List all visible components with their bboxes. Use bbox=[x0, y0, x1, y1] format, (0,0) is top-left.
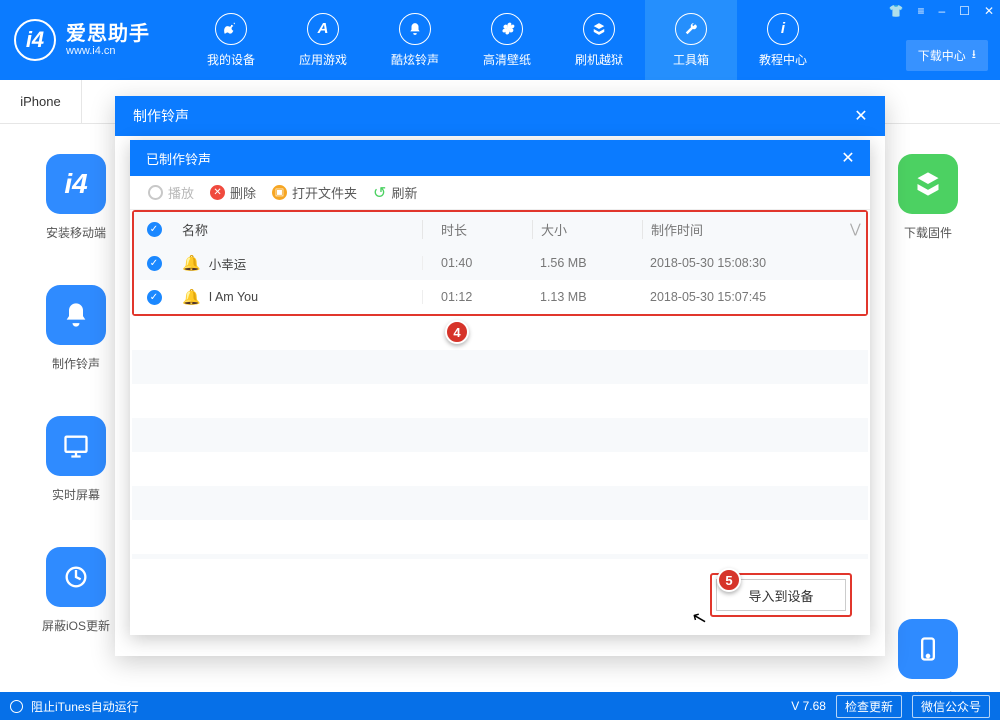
ringtone-table: ✓ 名称 时长 大小 制作时间 ⋁ ✓ 🔔小幸运 01:40 1.56 MB 2… bbox=[132, 210, 868, 316]
table-header: ✓ 名称 时长 大小 制作时间 ⋁ bbox=[134, 212, 866, 246]
tool-make-ringtone[interactable]: 制作铃声 bbox=[42, 285, 110, 372]
nav-ringtones[interactable]: 酷炫铃声 bbox=[369, 0, 461, 80]
nav-toolbox[interactable]: 工具箱 bbox=[645, 0, 737, 80]
block-itunes-label[interactable]: 阻止iTunes自动运行 bbox=[31, 698, 139, 715]
empty-rows bbox=[132, 316, 868, 559]
status-circle-icon bbox=[10, 700, 23, 713]
bell-icon: 🔔 bbox=[182, 254, 201, 272]
brand-site: www.i4.cn bbox=[66, 45, 150, 57]
download-icon: ⭳ bbox=[972, 45, 976, 66]
tool-live-screen[interactable]: 实时屏幕 bbox=[42, 416, 110, 503]
bell-icon: 🔔 bbox=[182, 288, 201, 306]
nav-wallpaper[interactable]: ✽ 高清壁纸 bbox=[461, 0, 553, 80]
table-row[interactable]: ✓ 🔔I Am You 01:12 1.13 MB 2018-05-30 15:… bbox=[134, 280, 866, 314]
brand-name: 爱思助手 bbox=[66, 23, 150, 45]
delete-button[interactable]: ✕删除 bbox=[210, 183, 256, 202]
tool-block-update[interactable]: 屏蔽iOS更新 bbox=[42, 547, 110, 634]
open-folder-button[interactable]: ▣打开文件夹 bbox=[272, 183, 357, 202]
modal-title: 制作铃声 bbox=[133, 106, 189, 126]
col-size[interactable]: 大小 bbox=[532, 220, 642, 239]
brand[interactable]: i4 爱思助手 www.i4.cn bbox=[0, 19, 185, 61]
version-label: V 7.68 bbox=[791, 699, 826, 713]
row-checkbox[interactable]: ✓ bbox=[147, 256, 162, 271]
row-checkbox[interactable]: ✓ bbox=[147, 290, 162, 305]
tool-install-mobile[interactable]: i4 安装移动端 bbox=[42, 154, 110, 241]
maximize-icon[interactable]: ☐ bbox=[959, 4, 970, 18]
nav-my-device[interactable]: 我的设备 bbox=[185, 0, 277, 80]
col-name[interactable]: 名称 bbox=[174, 220, 422, 239]
logo-icon: i4 bbox=[14, 19, 56, 61]
step-callout-4: 4 bbox=[445, 320, 469, 344]
close-icon[interactable]: ✕ bbox=[836, 146, 860, 170]
modal-made-ringtones: 已制作铃声 ✕ 播放 ✕删除 ▣打开文件夹 ↻刷新 ✓ 名称 时长 大小 制作时… bbox=[130, 140, 870, 635]
wechat-button[interactable]: 微信公众号 bbox=[912, 695, 990, 718]
nav-apps[interactable]: A 应用游戏 bbox=[277, 0, 369, 80]
theme-icon[interactable]: 👕 bbox=[889, 4, 904, 18]
close-icon[interactable]: ✕ bbox=[849, 104, 873, 128]
table-row[interactable]: ✓ 🔔小幸运 01:40 1.56 MB 2018-05-30 15:08:30 bbox=[134, 246, 866, 280]
close-icon[interactable]: ✕ bbox=[984, 4, 994, 18]
refresh-icon: ↻ bbox=[373, 183, 386, 203]
check-update-button[interactable]: 检查更新 bbox=[836, 695, 902, 718]
status-bar: 阻止iTunes自动运行 V 7.68 检查更新 微信公众号 bbox=[0, 692, 1000, 720]
minimize-icon[interactable]: – bbox=[938, 4, 945, 18]
chevron-down-icon[interactable]: ⋁ bbox=[842, 221, 866, 237]
nav-flash[interactable]: 刷机越狱 bbox=[553, 0, 645, 80]
step-callout-5: 5 bbox=[717, 568, 741, 592]
play-button[interactable]: 播放 bbox=[148, 183, 194, 202]
select-all-checkbox[interactable]: ✓ bbox=[147, 222, 162, 237]
app-header: i4 爱思助手 www.i4.cn 我的设备 A 应用游戏 酷炫铃声 ✽ 高清壁… bbox=[0, 0, 1000, 80]
window-controls: 👕 ≡ – ☐ ✕ bbox=[889, 4, 994, 18]
list-toolbar: 播放 ✕删除 ▣打开文件夹 ↻刷新 bbox=[130, 176, 870, 210]
top-nav: 我的设备 A 应用游戏 酷炫铃声 ✽ 高清壁纸 刷机越狱 工具箱 i 教程中心 bbox=[185, 0, 829, 80]
tab-iphone[interactable]: iPhone bbox=[0, 80, 82, 123]
nav-tutorial[interactable]: i 教程中心 bbox=[737, 0, 829, 80]
menu-icon[interactable]: ≡ bbox=[917, 4, 924, 18]
download-center-button[interactable]: 下载中心 ⭳ bbox=[906, 40, 988, 71]
inner-modal-title: 已制作铃声 bbox=[146, 149, 211, 168]
refresh-button[interactable]: ↻刷新 bbox=[373, 183, 417, 203]
col-duration[interactable]: 时长 bbox=[422, 220, 532, 239]
col-time[interactable]: 制作时间 bbox=[642, 220, 842, 239]
tool-download-firmware[interactable]: 下载固件 bbox=[898, 154, 958, 241]
